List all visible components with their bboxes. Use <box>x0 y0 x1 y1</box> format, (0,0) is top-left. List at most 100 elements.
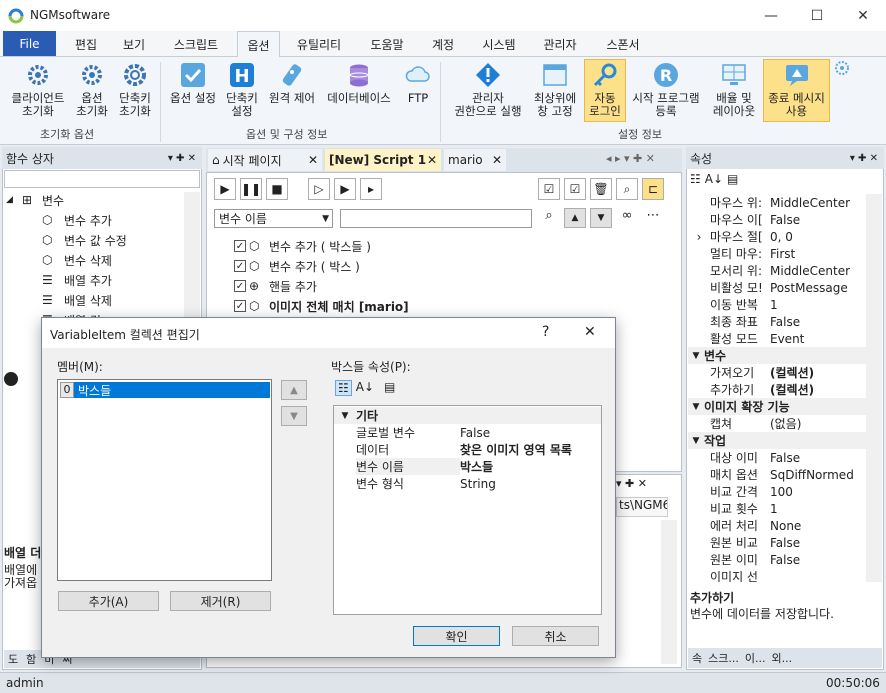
close-button[interactable]: ✕ <box>840 0 886 31</box>
tab-help[interactable]: 도움말 <box>360 31 414 57</box>
ftp-button[interactable]: FTP <box>400 60 436 105</box>
properties-scrollbar[interactable] <box>866 194 882 582</box>
category-row[interactable]: ▼ 작업 <box>688 432 866 449</box>
checkbox-icon[interactable]: ✓ <box>234 300 246 312</box>
property-row[interactable]: 이미지 선 <box>688 568 866 582</box>
property-pages-icon[interactable]: ▤ <box>384 380 395 396</box>
panel-pin-icon[interactable]: ▾ ✚ ✕ <box>168 153 202 164</box>
check-icon[interactable]: ☑ <box>564 178 586 200</box>
output-scrollbar[interactable] <box>661 520 677 664</box>
right-tab-external[interactable]: 외... <box>771 650 792 666</box>
run-as-admin-button[interactable]: 관리자 권한으로 실행 <box>446 60 530 118</box>
output-panel-controls[interactable]: ▾ ✚ ✕ <box>616 477 647 490</box>
right-tab-image[interactable]: 이... <box>745 650 766 666</box>
property-row[interactable]: 변수 이름 박스들 <box>334 458 601 475</box>
right-tab-script[interactable]: 스크... <box>708 650 739 666</box>
script-search-input[interactable] <box>340 209 532 228</box>
property-row[interactable]: 이동 반복 1 <box>688 296 866 313</box>
remote-control-button[interactable]: 원격 제어 <box>264 60 320 105</box>
tab-script[interactable]: 스크립트 <box>162 31 230 57</box>
checkbox-icon[interactable]: ✓ <box>234 240 246 252</box>
variable-filter-dropdown[interactable]: 변수 이름 ▼ <box>214 209 333 228</box>
categorize-icon[interactable]: ☷ <box>690 172 701 186</box>
member-item[interactable]: 0 박스들 <box>60 382 270 398</box>
category-row[interactable]: ▼ 변수 <box>688 347 866 364</box>
tab-options[interactable]: 옵션 <box>237 31 280 58</box>
tree-icon[interactable]: ⊏ <box>642 178 664 200</box>
move-up-button[interactable]: ▲ <box>281 380 307 400</box>
property-row[interactable]: 모서리 위: MiddleCenter <box>688 262 866 279</box>
tab-nav-icons[interactable]: ◂ ▸ ▾ ✚ ✕ <box>606 152 655 165</box>
tree-item-add-variable[interactable]: ⬡ 변수 추가 <box>6 210 186 230</box>
shortcut-reset-button[interactable]: 단축키 초기화 <box>113 60 157 118</box>
tab-view[interactable]: 보기 <box>112 31 156 57</box>
categorize-icon[interactable]: ☷ <box>335 380 352 396</box>
step-over-icon[interactable]: ▸ <box>360 178 382 200</box>
property-row[interactable]: 에러 처리 None <box>688 517 866 534</box>
auto-login-button[interactable]: 자동 로그인 <box>584 60 626 118</box>
search-icon[interactable]: ⌕ <box>538 208 560 228</box>
property-row[interactable]: 변수 형식 String <box>334 475 601 492</box>
stop-icon[interactable]: ■ <box>266 178 288 200</box>
tree-item-variable[interactable]: ◢ ⊞ 변수 <box>6 190 186 210</box>
exit-message-button[interactable]: 종료 메시지 사용 <box>763 60 830 118</box>
sort-az-icon[interactable]: A↓ <box>705 172 723 186</box>
tab-mario[interactable]: mario ✕ <box>444 149 506 171</box>
tab-sponsor[interactable]: 스폰서 <box>596 31 650 57</box>
infinity-icon[interactable]: ∞ <box>616 208 638 228</box>
left-tab-1[interactable]: 함 <box>26 651 36 667</box>
script-line[interactable]: ✓ ⬡ 변수 추가 ( 박스 ) <box>234 256 409 276</box>
dialog-help-button[interactable]: ? <box>542 324 549 340</box>
tree-item-edit-variable[interactable]: ⬡ 변수 값 수정 <box>6 230 186 250</box>
function-search-input[interactable] <box>4 170 200 188</box>
startup-register-button[interactable]: R 시작 프로그램 등록 <box>628 60 704 118</box>
scale-layout-button[interactable]: 배율 및 레이아웃 <box>708 60 760 118</box>
members-list[interactable]: 0 박스들 <box>57 379 272 581</box>
property-row[interactable]: 데이터 찾은 이미지 영역 목록 <box>334 441 601 458</box>
tree-item-add-array[interactable]: ☰ 배열 추가 <box>6 270 186 290</box>
tree-item-delete-variable[interactable]: ⬡ 변수 삭제 <box>6 250 186 270</box>
database-button[interactable]: 데이터베이스 <box>322 60 396 105</box>
property-row[interactable]: 비교 간격 100 <box>688 483 866 500</box>
property-row[interactable]: 대상 이미 False <box>688 449 866 466</box>
script-line[interactable]: ✓ ⬡ 이미지 전체 매치 [mario] <box>234 296 409 316</box>
property-row[interactable]: 최종 좌표 False <box>688 313 866 330</box>
file-tab[interactable]: File <box>3 31 56 56</box>
panel-pin-icon[interactable]: ▾ ✚ ✕ <box>850 153 884 164</box>
property-row[interactable]: 마우스 위: MiddleCenter <box>688 194 866 211</box>
category-row[interactable]: ▼ 기타 <box>334 407 601 424</box>
ok-button[interactable]: 확인 <box>413 626 500 646</box>
move-down-button[interactable]: ▼ <box>281 406 307 426</box>
play-icon[interactable]: ▶ <box>214 178 236 200</box>
tab-edit[interactable]: 편집 <box>64 31 108 57</box>
tree-item-delete-array[interactable]: ☰ 배열 삭제 <box>6 290 186 310</box>
tab-start-page[interactable]: ⌂ 시작 페이지 ✕ <box>208 149 322 171</box>
shortcut-settings-button[interactable]: H 단축키 설정 <box>222 60 262 118</box>
tab-account[interactable]: 계정 <box>422 31 464 57</box>
script-line[interactable]: ✓ ⬡ 변수 추가 ( 박스들 ) <box>234 236 409 256</box>
cancel-button[interactable]: 취소 <box>512 626 599 646</box>
script-line[interactable]: ✓ ⊕ 핸들 추가 <box>234 276 409 296</box>
property-row[interactable]: 비교 횟수 1 <box>688 500 866 517</box>
property-pages-icon[interactable]: ▤ <box>727 172 738 186</box>
property-row[interactable]: › 마우스 절[0, 0 <box>688 228 866 245</box>
search-icon[interactable]: ⌕ <box>616 178 638 200</box>
tab-system[interactable]: 시스템 <box>472 31 526 57</box>
tab-close-icon[interactable]: ✕ <box>308 153 318 167</box>
maximize-button[interactable]: ☐ <box>794 0 840 31</box>
category-row[interactable]: ▼ 이미지 확장 기능 <box>688 398 866 415</box>
option-settings-button[interactable]: 옵션 설정 <box>166 60 220 105</box>
option-reset-button[interactable]: 옵션 초기화 <box>72 60 112 118</box>
property-row[interactable]: 매치 옵션 SqDiffNormed <box>688 466 866 483</box>
minimize-button[interactable]: — <box>748 0 794 31</box>
tab-utility[interactable]: 유틸리티 <box>285 31 353 57</box>
pause-icon[interactable]: ❚❚ <box>240 178 262 200</box>
add-member-button[interactable]: 추가(A) <box>58 591 159 611</box>
step-into-icon[interactable]: ▶ <box>334 178 356 200</box>
property-row[interactable]: 추가하기 (컬렉션) <box>688 381 866 398</box>
left-tab-0[interactable]: 도 <box>8 651 18 667</box>
property-row[interactable]: 원본 이미 False <box>688 551 866 568</box>
check-all-icon[interactable]: ☑ <box>538 178 560 200</box>
property-row[interactable]: 활성 모드 Event <box>688 330 866 347</box>
tab-admin[interactable]: 관리자 <box>533 31 587 57</box>
